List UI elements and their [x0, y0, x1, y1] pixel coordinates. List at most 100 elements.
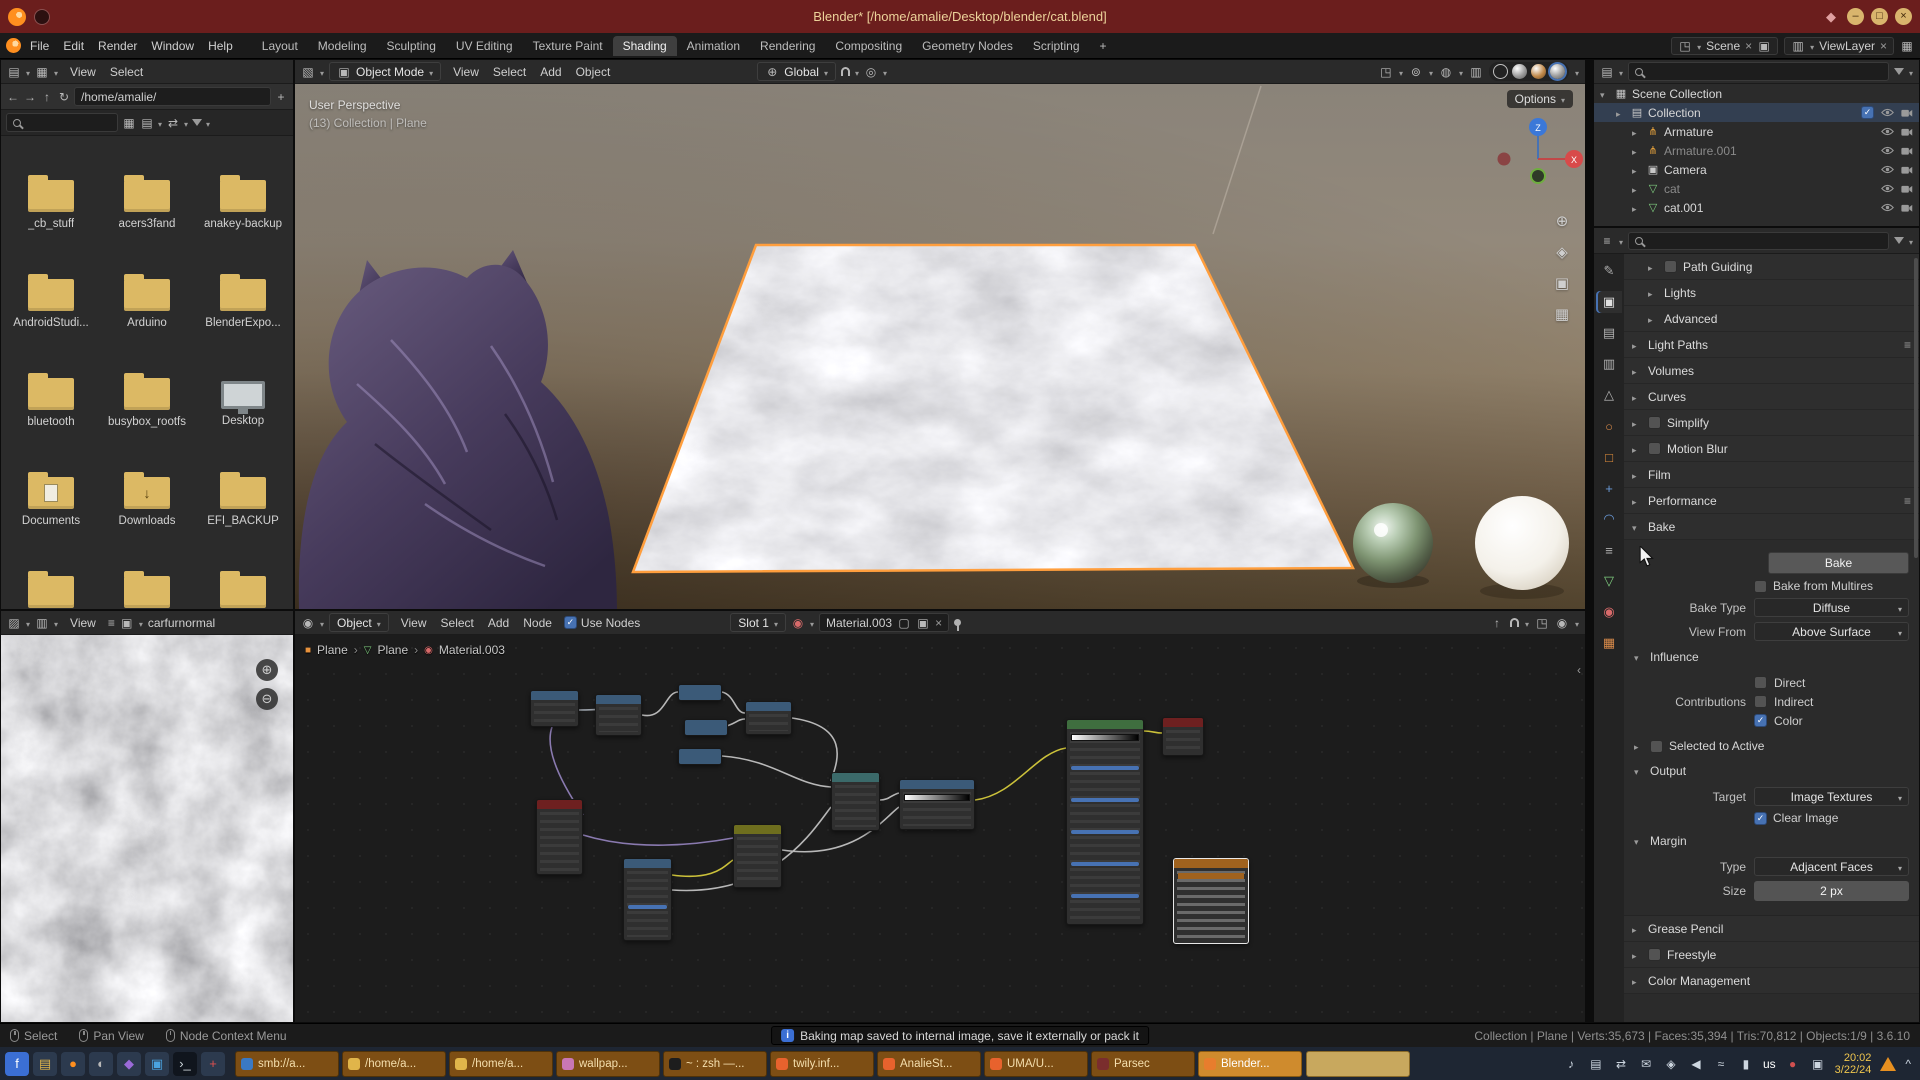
visibility-eye-icon[interactable] — [1881, 203, 1894, 212]
properties-tab-texture[interactable]: ▦ — [1596, 632, 1622, 654]
file-search-input[interactable] — [6, 113, 118, 132]
viewlayer-icon[interactable]: ▥ — [1791, 39, 1805, 53]
viewport-menu-select[interactable]: Select — [486, 63, 533, 81]
file-item-blenderexpo[interactable]: BlenderExpo... — [195, 271, 291, 370]
visibility-eye-icon[interactable] — [1881, 127, 1894, 136]
file-item-folder[interactable] — [99, 568, 195, 609]
outliner-row-cat[interactable]: ▽cat — [1594, 179, 1919, 198]
margin-subpanel[interactable]: Margin — [1634, 830, 1909, 852]
gizmo-x-axis[interactable]: X — [1571, 155, 1577, 165]
tray-messages-icon[interactable]: ✉ — [1638, 1057, 1654, 1071]
menu-burger-icon[interactable] — [108, 616, 115, 630]
bake-button[interactable]: Bake — [1768, 552, 1909, 574]
tray-expand-icon[interactable]: ^ — [1905, 1057, 1911, 1071]
tray-color-profile-icon[interactable]: ◈ — [1663, 1057, 1679, 1071]
shader-node[interactable] — [733, 824, 782, 888]
close-button[interactable]: × — [1895, 8, 1912, 25]
back-icon[interactable]: ← — [6, 90, 20, 104]
properties-search-input[interactable] — [1628, 232, 1889, 250]
panel-bake[interactable]: Bake — [1624, 514, 1919, 540]
workspace-tab-shading[interactable]: Shading — [613, 36, 677, 56]
solid-shading-icon[interactable] — [1512, 64, 1527, 79]
tray-clipboard-icon[interactable]: ▤ — [1588, 1057, 1604, 1071]
object-visibility-icon[interactable]: ◳ — [1379, 65, 1393, 79]
list-display-icon[interactable]: ▤ — [140, 116, 154, 130]
sort-icon[interactable]: ⇄ — [166, 116, 180, 130]
overlap-icon[interactable]: ◳ — [1535, 616, 1549, 630]
mode-dropdown[interactable]: ▣Object Mode — [329, 62, 441, 81]
editor-type-icon[interactable]: ≡ — [1600, 234, 1614, 248]
file-item-cb-stuff[interactable]: _cb_stuff — [3, 172, 99, 271]
wireframe-shading-icon[interactable] — [1493, 64, 1508, 79]
outliner-row-scene-collection[interactable]: ▦ Scene Collection — [1594, 84, 1919, 103]
editor-type-icon[interactable]: ▤ — [1600, 65, 1614, 79]
clear-image-checkbox[interactable] — [1754, 812, 1767, 825]
properties-tab-modifiers[interactable]: + — [1596, 477, 1622, 499]
notification-toast[interactable]: i Baking map saved to internal image, sa… — [771, 1026, 1149, 1045]
pan-hand-icon[interactable]: ◈ — [1556, 243, 1568, 261]
visibility-eye-icon[interactable] — [1881, 184, 1894, 193]
file-item-androidstudi[interactable]: AndroidStudi... — [3, 271, 99, 370]
properties-tab-object-data[interactable]: ▽ — [1596, 570, 1622, 592]
zoom-in-button[interactable]: ⊕ — [256, 659, 278, 681]
material-shading-icon[interactable] — [1531, 64, 1546, 79]
launcher-editor-icon[interactable]: ▣ — [145, 1052, 169, 1076]
view-from-dropdown[interactable]: Above Surface — [1754, 622, 1909, 641]
shader-node[interactable] — [1066, 719, 1144, 925]
updates-shield-icon[interactable] — [1880, 1057, 1896, 1071]
workspace-tab-compositing[interactable]: Compositing — [825, 36, 912, 56]
breadcrumb-item[interactable]: Material.003 — [439, 643, 505, 657]
bake-type-dropdown[interactable]: Diffuse — [1754, 598, 1909, 617]
panel-motion-blur[interactable]: Motion Blur — [1624, 436, 1919, 462]
scene-browse-icon[interactable]: ◳ — [1678, 39, 1692, 53]
workspace-tab-geometry-nodes[interactable]: Geometry Nodes — [912, 36, 1023, 56]
tray-media-player-icon[interactable]: ♪ — [1563, 1057, 1579, 1071]
workspace-tab-animation[interactable]: Animation — [677, 36, 750, 56]
checkbox-direct[interactable] — [1754, 676, 1767, 689]
shader-menu-view[interactable]: View — [394, 614, 434, 632]
white-sphere[interactable] — [1475, 496, 1569, 590]
shader-node[interactable] — [678, 748, 722, 765]
viewport-menu-add[interactable]: Add — [533, 63, 568, 81]
properties-tab-world[interactable]: ○ — [1596, 415, 1622, 437]
panel-menu-icon[interactable]: ≡ — [1904, 494, 1911, 508]
panel-curves[interactable]: Curves — [1624, 384, 1919, 410]
panel-grease-pencil[interactable]: Grease Pencil — [1624, 916, 1919, 942]
tray-battery-icon[interactable]: ▮ — [1738, 1057, 1754, 1071]
tray-volume-icon[interactable]: ◀ — [1688, 1057, 1704, 1071]
camera-view-icon[interactable]: ▣ — [1555, 274, 1569, 292]
shader-node[interactable] — [831, 772, 880, 831]
transform-orientation-dropdown[interactable]: ⊕Global — [757, 62, 836, 81]
properties-tab-material[interactable]: ◉ — [1596, 601, 1622, 623]
gizmo-negative-x[interactable] — [1498, 153, 1511, 166]
viewport-menu-view[interactable]: View — [446, 63, 486, 81]
maximize-button[interactable]: □ — [1871, 8, 1888, 25]
file-item-desktop[interactable]: Desktop — [195, 370, 291, 469]
outliner-row-armature-001[interactable]: ⋔Armature.001 — [1594, 141, 1919, 160]
collection-checkbox[interactable] — [1861, 106, 1874, 119]
breadcrumb-item[interactable]: Plane — [377, 643, 408, 657]
scene-new-icon[interactable]: ▣ — [1757, 39, 1771, 53]
forward-icon[interactable]: → — [23, 90, 37, 104]
gizmo-y-axis[interactable] — [1531, 169, 1545, 183]
scene-selector[interactable]: ◳ Scene ▣ — [1671, 37, 1778, 55]
shader-node[interactable] — [623, 858, 672, 941]
menu-file[interactable]: File — [23, 37, 56, 55]
viewport-canvas[interactable]: Z X — [295, 84, 1585, 609]
render-camera-icon[interactable] — [1901, 108, 1913, 117]
unlink-material-icon[interactable] — [935, 616, 942, 630]
outliner-row-cat-001[interactable]: ▽cat.001 — [1594, 198, 1919, 217]
image-browse-icon[interactable]: ▣ — [120, 616, 134, 630]
panel-light-paths[interactable]: Light Paths≡ — [1624, 332, 1919, 358]
visibility-eye-icon[interactable] — [1881, 108, 1894, 117]
launcher-settings-icon[interactable]: + — [201, 1052, 225, 1076]
outliner-row-armature[interactable]: ⋔Armature — [1594, 122, 1919, 141]
breadcrumb-item[interactable]: Plane — [317, 643, 348, 657]
taskbar-window-uma-u[interactable]: UMA/U... — [984, 1051, 1088, 1077]
properties-tab-render[interactable]: ▣ — [1596, 291, 1622, 313]
outliner-search-input[interactable] — [1628, 62, 1889, 81]
launcher-terminal-icon[interactable]: ›_ — [173, 1052, 197, 1076]
chrome-sphere[interactable] — [1353, 503, 1433, 583]
filebrowser-menu-view[interactable]: View — [63, 63, 103, 81]
taskbar-window-zsh[interactable]: ~ : zsh —... — [663, 1051, 767, 1077]
